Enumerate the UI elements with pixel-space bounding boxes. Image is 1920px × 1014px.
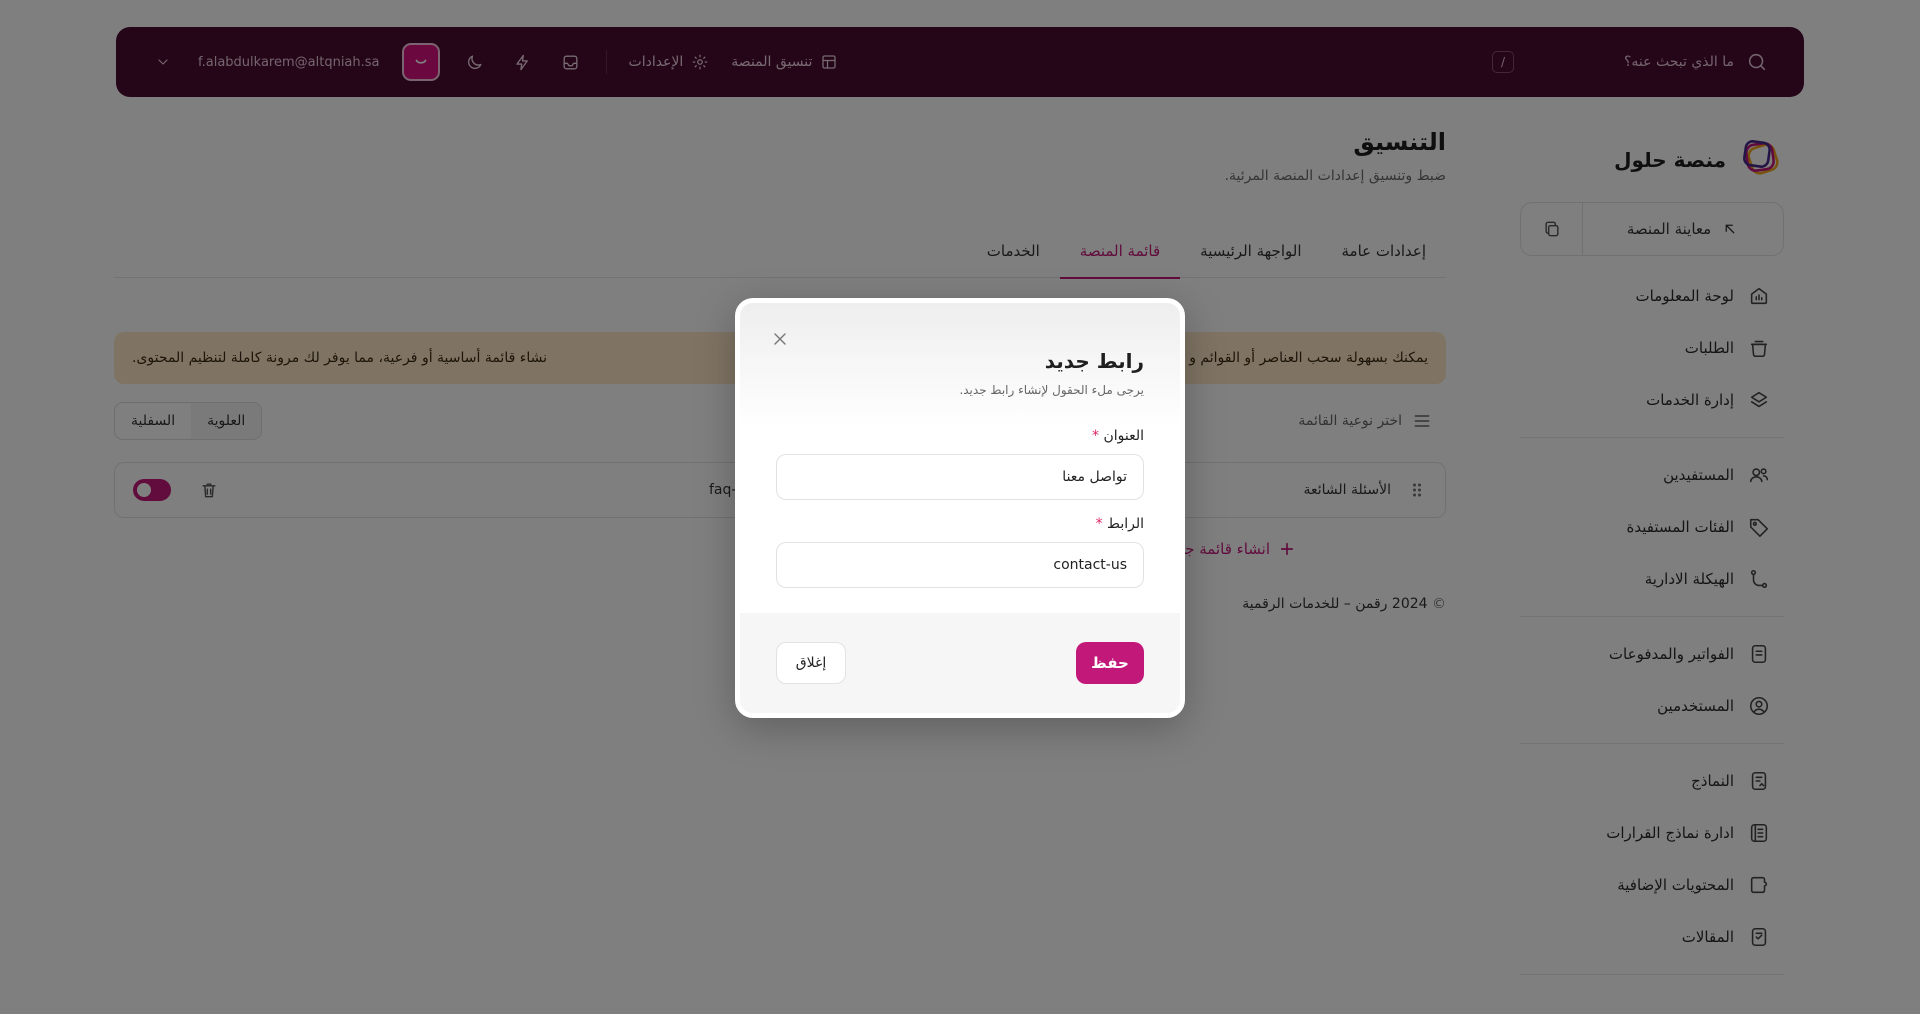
modal-header: رابط جديد يرجى ملء الحقول لإنشاء رابط جد… (740, 303, 1180, 428)
modal-footer: حفظ إغلاق (740, 613, 1180, 713)
title-field: العنوان * (776, 428, 1144, 500)
required-mark: * (1095, 516, 1103, 532)
modal-subtitle: يرجى ملء الحقول لإنشاء رابط جديد. (959, 383, 1144, 397)
title-field-label: العنوان * (776, 428, 1144, 444)
required-mark: * (1092, 428, 1099, 444)
url-field: الرابط * (776, 516, 1144, 588)
title-input[interactable] (776, 454, 1144, 500)
label-text: الرابط (1107, 516, 1144, 532)
url-field-label: الرابط * (776, 516, 1144, 532)
label-text: العنوان (1103, 428, 1144, 444)
modal-title: رابط جديد (1044, 349, 1144, 373)
save-button[interactable]: حفظ (1076, 642, 1144, 684)
new-link-modal: رابط جديد يرجى ملء الحقول لإنشاء رابط جد… (735, 298, 1185, 718)
modal-body: العنوان * الرابط * (740, 428, 1180, 588)
close-icon (774, 333, 786, 345)
close-button[interactable]: إغلاق (776, 642, 846, 684)
modal-close-button[interactable] (770, 329, 790, 349)
url-input[interactable] (776, 542, 1144, 588)
